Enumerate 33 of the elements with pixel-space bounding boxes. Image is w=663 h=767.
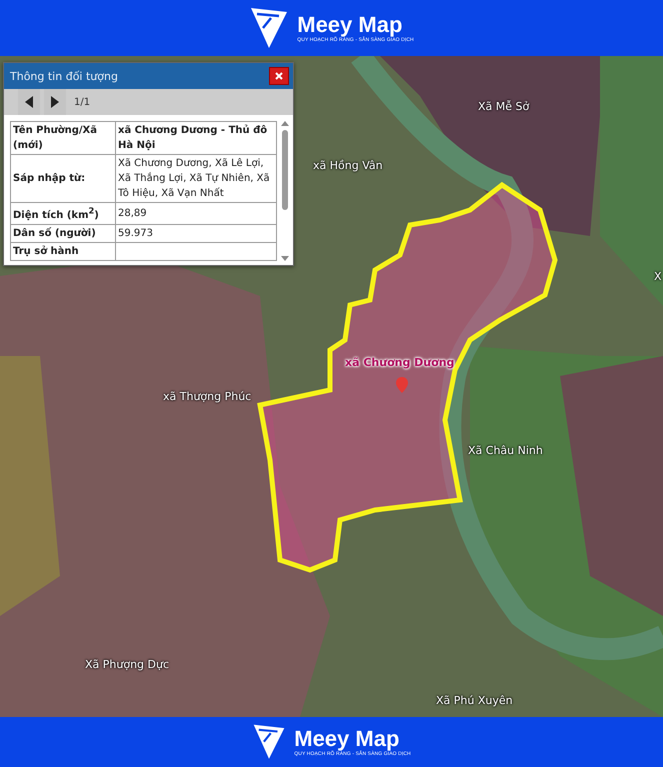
scrollbar[interactable] — [281, 121, 289, 262]
place-label: xã Thượng Phúc — [163, 390, 252, 403]
location-pin-icon — [396, 377, 408, 393]
place-label: Xã Phú Xuyên — [436, 694, 513, 707]
field-value: Xã Chương Dương, Xã Lê Lợi, Xã Thắng Lợi, Xã Tự Nhiên, Xã Tô Hiệu, Xã Vạn Nhất — [116, 154, 276, 202]
brand-name: Meey Map — [297, 13, 404, 37]
place-label: Xã Châu Ninh — [468, 444, 543, 457]
place-label: Xã Mễ Sở — [478, 100, 530, 113]
place-label: Xã Phượng Dực — [85, 658, 170, 671]
place-label: X — [654, 270, 662, 283]
field-value: 28,89 — [116, 202, 276, 225]
previous-button[interactable] — [18, 89, 40, 115]
logo-icon — [249, 6, 290, 50]
field-value: xã Chương Dương - Thủ đô Hà Nội — [116, 122, 276, 154]
field-label: Dân số (người) — [10, 224, 116, 243]
field-label: Tên Phường/Xã (mới) — [10, 122, 116, 154]
scroll-up-icon[interactable] — [281, 121, 289, 126]
scroll-down-icon[interactable] — [281, 256, 289, 262]
field-value: 59.973 — [116, 224, 276, 243]
field-label: Sáp nhập từ: — [10, 154, 116, 202]
field-label: Diện tích (km$^{2}$) — [10, 202, 116, 225]
page-indicator: 1/1 — [74, 96, 90, 108]
close-button[interactable] — [269, 67, 289, 85]
brand-name: Meey Map — [294, 726, 400, 751]
panel-title: Thông tin đối tượng — [10, 70, 118, 82]
place-label: xã Hồng Vân — [313, 159, 383, 172]
place-label: xã Chương Dương — [345, 356, 454, 369]
close-icon — [275, 72, 283, 80]
next-button[interactable] — [44, 89, 66, 115]
field-label: Trụ sở hành — [10, 242, 116, 261]
right-triangle-icon — [51, 96, 59, 108]
logo-icon — [252, 723, 286, 761]
left-triangle-icon — [25, 96, 33, 108]
